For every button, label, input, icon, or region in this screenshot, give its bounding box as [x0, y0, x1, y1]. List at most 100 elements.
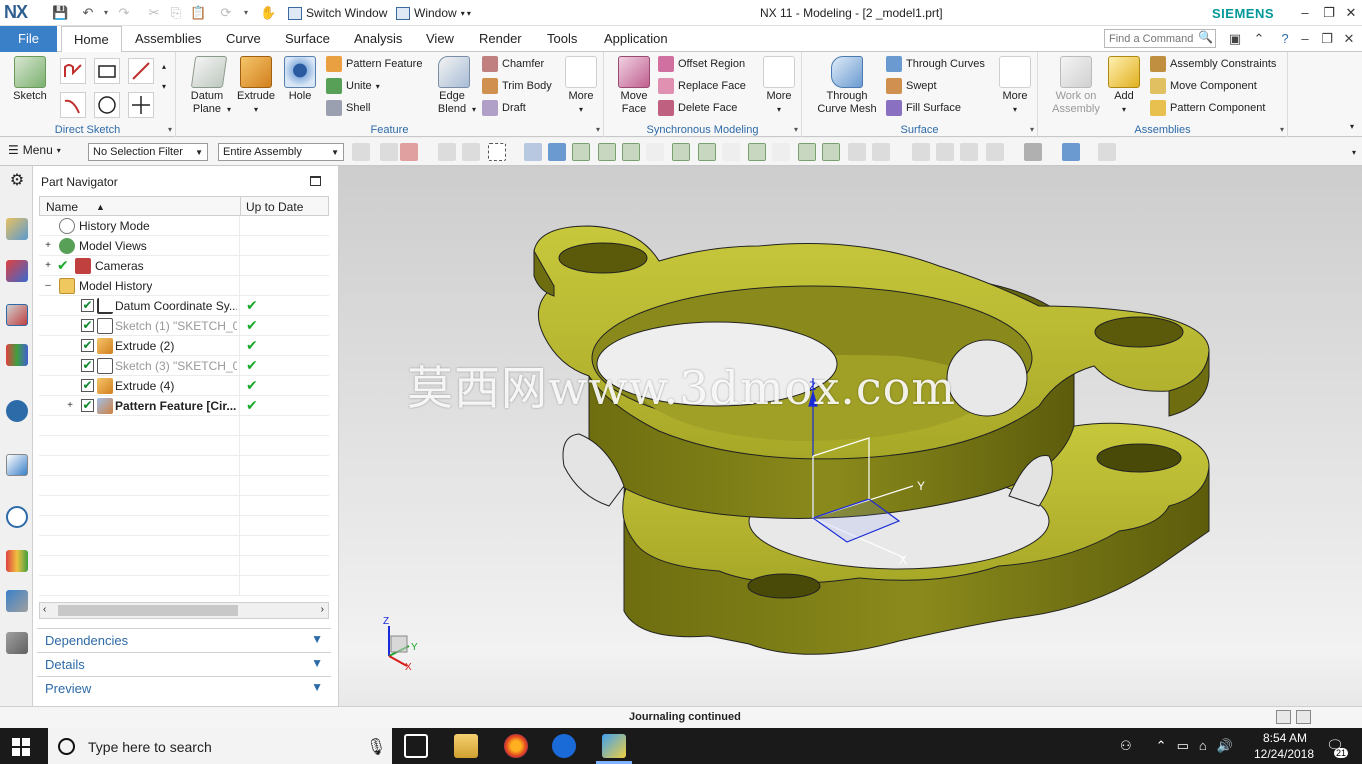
tree-row-feature[interactable]: + ✔ Pattern Feature [Cir... ✔: [39, 396, 329, 416]
volume-icon[interactable]: 🔊: [1217, 738, 1233, 754]
clock-time[interactable]: 8:54 AM: [1255, 731, 1315, 745]
paste-icon[interactable]: 📋: [190, 5, 206, 21]
chevron-down-icon[interactable]: ▾: [1350, 122, 1354, 131]
bolt-hole[interactable]: [558, 242, 648, 274]
chevron-down-icon[interactable]: ▾: [162, 82, 166, 91]
tree-row-model-views[interactable]: + Model Views: [39, 236, 329, 256]
nx-taskbar-icon[interactable]: [602, 734, 626, 758]
scrollbar-thumb[interactable]: [58, 605, 238, 616]
section-preview[interactable]: Preview ▼: [37, 676, 331, 698]
tab-file[interactable]: File: [0, 26, 57, 52]
surface-more-button[interactable]: More ▾: [996, 56, 1034, 116]
selection-tool-icon[interactable]: [524, 143, 542, 161]
horizontal-scrollbar[interactable]: ‹ ›: [39, 602, 329, 619]
rectangle-icon[interactable]: [94, 58, 120, 84]
redo-icon[interactable]: ↷: [116, 5, 132, 21]
feature-checkbox[interactable]: ✔: [81, 379, 94, 392]
unite-button[interactable]: Unite ▾: [326, 76, 380, 96]
tree-row-feature[interactable]: ✔ Extrude (4) ✔: [39, 376, 329, 396]
clock-date[interactable]: 12/24/2018: [1248, 747, 1320, 761]
file-explorer-icon[interactable]: [454, 734, 478, 758]
tree-row-model-history[interactable]: – Model History: [39, 276, 329, 296]
full-screen-icon[interactable]: [1296, 710, 1311, 724]
tree-row-feature[interactable]: ✔ Sketch (1) "SKETCH_0... ✔: [39, 316, 329, 336]
snap-tool-icon[interactable]: [722, 143, 740, 161]
work-on-assembly-button[interactable]: Work on Assembly: [1048, 56, 1104, 116]
assembly-constraints-button[interactable]: Assembly Constraints: [1150, 54, 1276, 74]
chevron-down-icon[interactable]: ▾: [168, 125, 172, 134]
add-component-button[interactable]: Add ▾: [1106, 56, 1142, 116]
snap-tool-icon[interactable]: [872, 143, 890, 161]
feature-checkbox[interactable]: ✔: [81, 399, 94, 412]
snap-tool-icon[interactable]: [646, 143, 664, 161]
circle-icon[interactable]: [94, 92, 120, 118]
tab-assemblies[interactable]: Assemblies: [135, 26, 201, 52]
chevron-down-icon[interactable]: ▾: [1030, 125, 1034, 134]
selection-tool-icon[interactable]: [438, 143, 456, 161]
tree-row-cameras[interactable]: + ✔ Cameras: [39, 256, 329, 276]
point-icon[interactable]: [128, 92, 154, 118]
tab-analysis[interactable]: Analysis: [354, 26, 402, 52]
selection-tool-icon[interactable]: [380, 143, 398, 161]
firefox-icon[interactable]: [504, 734, 528, 758]
replace-face-button[interactable]: Replace Face: [658, 76, 746, 96]
render-style-icon[interactable]: [1024, 143, 1042, 161]
selection-filter-select[interactable]: No Selection Filter ▼: [88, 143, 208, 161]
collapse-icon[interactable]: –: [43, 280, 53, 291]
ribbon-options-icon[interactable]: ▣: [1226, 30, 1244, 48]
microphone-icon[interactable]: 🎙: [366, 737, 386, 757]
through-curve-mesh-button[interactable]: Through Curve Mesh: [812, 56, 882, 116]
selection-tool-icon[interactable]: [548, 143, 566, 161]
restore-button[interactable]: ❐: [1318, 3, 1340, 23]
expand-icon[interactable]: +: [43, 240, 53, 251]
undo-dropdown-icon[interactable]: ▾: [98, 5, 114, 21]
through-curves-button[interactable]: Through Curves: [886, 54, 985, 74]
snap-tool-icon[interactable]: [798, 143, 816, 161]
snap-center-icon[interactable]: [748, 143, 766, 161]
trim-body-button[interactable]: Trim Body: [482, 76, 552, 96]
snap-endpoint-icon[interactable]: [598, 143, 616, 161]
help-icon[interactable]: ?: [1276, 30, 1294, 48]
move-component-button[interactable]: Move Component: [1150, 76, 1257, 96]
reuse-library-icon[interactable]: [6, 344, 28, 366]
rectangle-select-icon[interactable]: [488, 143, 506, 161]
sync-more-button[interactable]: More ▾: [760, 56, 798, 116]
chevron-down-icon[interactable]: ▾: [596, 125, 600, 134]
pattern-feature-button[interactable]: Pattern Feature: [326, 54, 422, 74]
tab-view[interactable]: View: [426, 26, 454, 52]
doc-minimize-icon[interactable]: –: [1296, 30, 1314, 48]
snap-tool-icon[interactable]: [772, 143, 790, 161]
line-icon[interactable]: [128, 58, 154, 84]
snap-tool-icon[interactable]: [672, 143, 690, 161]
status-icon[interactable]: [1276, 710, 1291, 724]
feature-checkbox[interactable]: ✔: [81, 299, 94, 312]
assembly-navigator-icon[interactable]: [6, 218, 28, 240]
snap-tool-icon[interactable]: [848, 143, 866, 161]
delete-face-button[interactable]: Delete Face: [658, 98, 737, 118]
scroll-left-icon[interactable]: ‹: [43, 604, 46, 615]
part-navigator-icon[interactable]: [6, 304, 28, 326]
view-tool-icon[interactable]: [1098, 143, 1116, 161]
tree-row-feature[interactable]: ✔ Extrude (2) ✔: [39, 336, 329, 356]
close-button[interactable]: ✕: [1340, 3, 1362, 23]
snap-tool-icon[interactable]: [698, 143, 716, 161]
chevron-up-icon[interactable]: ⌃: [1156, 738, 1167, 754]
scroll-right-icon[interactable]: ›: [321, 604, 324, 615]
process-studio-icon[interactable]: [6, 590, 28, 612]
profile-icon[interactable]: [60, 58, 86, 84]
model-viewport[interactable]: Z Y X Z Y X: [339, 166, 1362, 706]
history-clock-icon[interactable]: [6, 506, 28, 528]
tree-row-feature[interactable]: ✔ Sketch (3) "SKETCH_0... ✔: [39, 356, 329, 376]
network-icon[interactable]: ⌂: [1199, 738, 1207, 754]
system-materials-icon[interactable]: [6, 550, 28, 572]
move-face-button[interactable]: Move Face: [614, 56, 654, 116]
swept-button[interactable]: Swept: [886, 76, 937, 96]
touch-mode-icon[interactable]: ✋: [260, 5, 276, 21]
chevron-down-icon[interactable]: ▾: [794, 125, 798, 134]
selection-tool-icon[interactable]: [400, 143, 418, 161]
hole-button[interactable]: Hole: [282, 56, 318, 103]
save-icon[interactable]: 💾: [52, 5, 68, 21]
tree-row-feature[interactable]: ✔ Datum Coordinate Sy... ✔: [39, 296, 329, 316]
feature-checkbox[interactable]: ✔: [81, 359, 94, 372]
side-window[interactable]: [946, 339, 1028, 417]
